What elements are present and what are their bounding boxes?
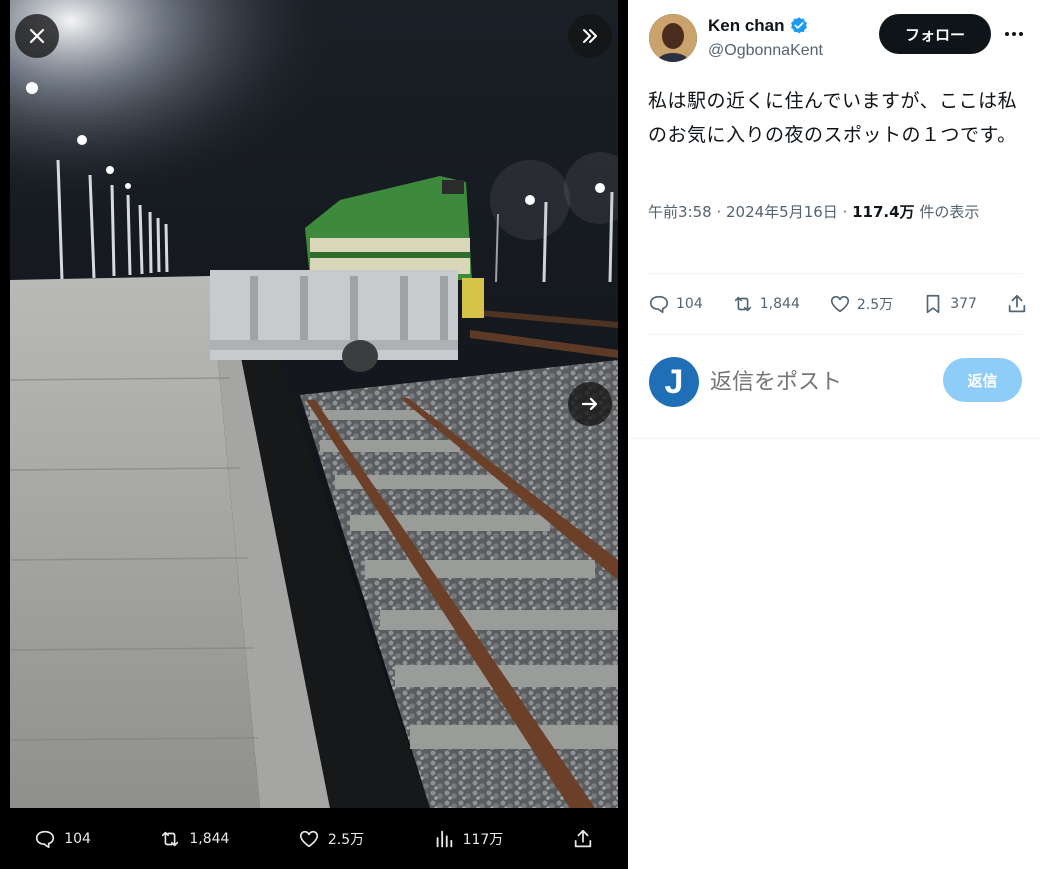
bar-chart-icon xyxy=(436,830,452,847)
tweet-views-label: 件の表示 xyxy=(914,203,980,221)
heart-icon xyxy=(299,830,318,847)
bookmark-count: 377 xyxy=(950,296,977,312)
repost-icon xyxy=(734,296,751,312)
author-avatar[interactable] xyxy=(649,14,697,62)
tweet-panel: Ken chan @OgbonnaKent フォロー 私は駅の近くに住んでいます… xyxy=(628,0,1040,869)
tweet-photo[interactable] xyxy=(10,0,618,808)
media-viewer: 104 1,844 2.5万 117万 xyxy=(0,0,628,869)
media-action-bar: 104 1,844 2.5万 117万 xyxy=(0,808,628,869)
repost-icon xyxy=(162,831,179,846)
author-display-name[interactable]: Ken chan xyxy=(708,16,785,36)
railway-night-photo xyxy=(10,0,618,808)
repost-count: 1,844 xyxy=(759,296,800,312)
ellipsis-icon xyxy=(1005,32,1023,36)
divider-top xyxy=(648,273,1022,274)
tweet-header: Ken chan @OgbonnaKent フォロー xyxy=(628,0,1040,70)
media-repost-count: 1,844 xyxy=(189,830,230,847)
app-root: 104 1,844 2.5万 117万 Ken chan @OgbonnaKen… xyxy=(0,0,1040,869)
share-icon xyxy=(1008,294,1026,313)
author-handle[interactable]: @OgbonnaKent xyxy=(708,42,823,60)
tweet-text: 私は駅の近くに住んでいますが、ここは私のお気に入りの夜のスポットの１つです。 xyxy=(648,90,1018,146)
tweet-action-bar: 104 1,844 2.5万 377 xyxy=(648,282,1028,326)
panel-divider xyxy=(628,438,1040,439)
more-options-button[interactable] xyxy=(1000,22,1028,46)
heart-icon xyxy=(830,295,849,313)
reply-icon xyxy=(36,830,55,848)
follow-button[interactable]: フォロー xyxy=(879,14,991,54)
reply-submit-button[interactable]: 返信 xyxy=(943,358,1022,402)
close-button[interactable] xyxy=(15,14,59,58)
media-reply-count: 104 xyxy=(64,830,91,847)
share-button[interactable] xyxy=(1006,293,1028,315)
bookmark-button[interactable]: 377 xyxy=(922,293,977,315)
bookmark-icon xyxy=(926,294,940,314)
divider-bottom xyxy=(648,334,1022,335)
tweet-meta: 午前3:58 · 2024年5月16日 · 117.4万 件の表示 xyxy=(648,198,1018,226)
media-like-button[interactable]: 2.5万 xyxy=(298,828,364,850)
avatar-image xyxy=(649,14,697,62)
media-views-button[interactable]: 117万 xyxy=(433,828,504,850)
arrow-right-icon xyxy=(581,397,598,411)
repost-button[interactable]: 1,844 xyxy=(732,293,800,315)
current-user-avatar[interactable]: J xyxy=(649,357,699,407)
like-button[interactable]: 2.5万 xyxy=(829,293,893,315)
verified-badge-icon xyxy=(790,17,807,34)
reply-icon xyxy=(649,295,669,314)
media-repost-button[interactable]: 1,844 xyxy=(159,828,229,850)
media-views-count: 117万 xyxy=(462,831,504,848)
tweet-views-count: 117.4万 xyxy=(852,203,915,221)
collapse-panel-button[interactable] xyxy=(568,14,612,58)
reply-count: 104 xyxy=(676,296,703,312)
reply-composer: J 返信 xyxy=(628,340,1040,430)
media-share-button[interactable] xyxy=(572,828,594,850)
media-like-count: 2.5万 xyxy=(327,831,365,848)
reply-button[interactable]: 104 xyxy=(648,293,703,315)
reply-input[interactable] xyxy=(710,362,930,402)
next-media-button[interactable] xyxy=(568,382,612,426)
media-reply-button[interactable]: 104 xyxy=(34,828,91,850)
share-icon xyxy=(574,829,591,847)
chevrons-right-icon xyxy=(583,29,597,43)
tweet-timestamp[interactable]: 午前3:58 · 2024年5月16日 · xyxy=(648,203,852,221)
close-icon xyxy=(29,28,45,44)
author-name-line[interactable]: Ken chan xyxy=(708,16,809,36)
like-count: 2.5万 xyxy=(856,297,894,313)
